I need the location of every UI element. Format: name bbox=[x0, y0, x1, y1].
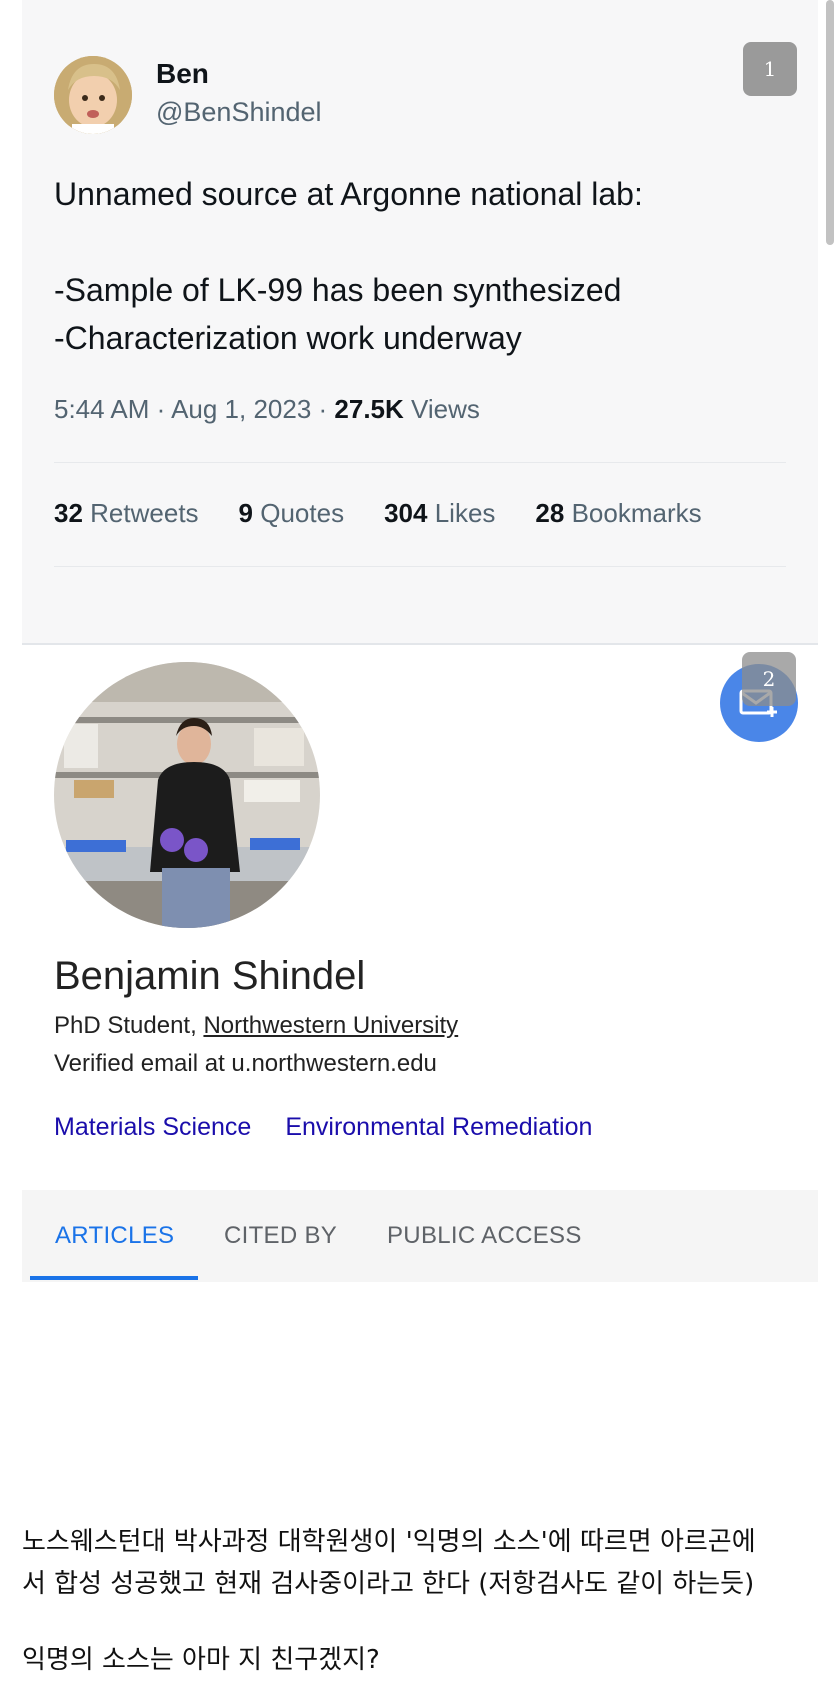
stat-likes[interactable]: 304 Likes bbox=[384, 498, 495, 529]
more-options-button[interactable]: 1 bbox=[743, 42, 797, 96]
author-handle[interactable]: @BenShindel bbox=[156, 97, 322, 128]
avatar[interactable] bbox=[54, 56, 132, 134]
tweet-stats: 32 Retweets 9 Quotes 304 Likes 28 Bookma… bbox=[54, 498, 702, 529]
tweet-timestamp[interactable]: 5:44 AM · Aug 1, 2023 · bbox=[54, 394, 334, 424]
more-badge: 1 bbox=[763, 57, 777, 81]
profile-tabs: ARTICLES CITED BY PUBLIC ACCESS bbox=[22, 1190, 818, 1282]
divider bbox=[54, 566, 786, 567]
research-interests: Materials Science Environmental Remediat… bbox=[54, 1113, 592, 1142]
interest-link[interactable]: Environmental Remediation bbox=[285, 1113, 592, 1142]
comment-line: 익명의 소스는 아마 지 친구겠지? bbox=[22, 1645, 380, 1675]
stat-bookmarks[interactable]: 28 Bookmarks bbox=[535, 498, 701, 529]
profile-photo bbox=[54, 662, 320, 928]
tweet-meta: 5:44 AM · Aug 1, 2023 · 27.5K Views bbox=[54, 394, 480, 425]
profile-email: Verified email at u.northwestern.edu bbox=[54, 1050, 437, 1077]
profile-name: Benjamin Shindel bbox=[54, 954, 366, 998]
active-tab-indicator bbox=[30, 1276, 198, 1280]
tweet-card: Ben @BenShindel 1 Unnamed source at Argo… bbox=[22, 0, 818, 645]
stat-retweets[interactable]: 32 Retweets bbox=[54, 498, 199, 529]
tab-cited-by[interactable]: CITED BY bbox=[224, 1190, 337, 1282]
scrollbar[interactable] bbox=[826, 0, 834, 245]
tab-articles[interactable]: ARTICLES bbox=[55, 1190, 174, 1282]
fab-badge: 2 bbox=[742, 652, 796, 706]
author-name[interactable]: Ben bbox=[156, 58, 209, 90]
university-link[interactable]: Northwestern University bbox=[203, 1012, 458, 1039]
tab-public-access[interactable]: PUBLIC ACCESS bbox=[387, 1190, 582, 1282]
views-label: Views bbox=[403, 394, 480, 424]
profile-affiliation: PhD Student, Northwestern University bbox=[54, 1012, 458, 1040]
profile-role: PhD Student, bbox=[54, 1012, 204, 1039]
comment-line: 서 합성 성공했고 현재 검사중이라고 한다 (저항검사도 같이 하는듯) bbox=[22, 1569, 755, 1599]
stat-quotes[interactable]: 9 Quotes bbox=[239, 498, 345, 529]
tweet-text: Unnamed source at Argonne national lab: … bbox=[54, 176, 643, 356]
interest-link[interactable]: Materials Science bbox=[54, 1113, 251, 1142]
comment-line: 노스웨스턴대 박사과정 대학원생이 '익명의 소스'에 따르면 아르곤에 bbox=[22, 1527, 756, 1557]
views-count: 27.5K bbox=[334, 394, 404, 424]
divider bbox=[54, 462, 786, 463]
